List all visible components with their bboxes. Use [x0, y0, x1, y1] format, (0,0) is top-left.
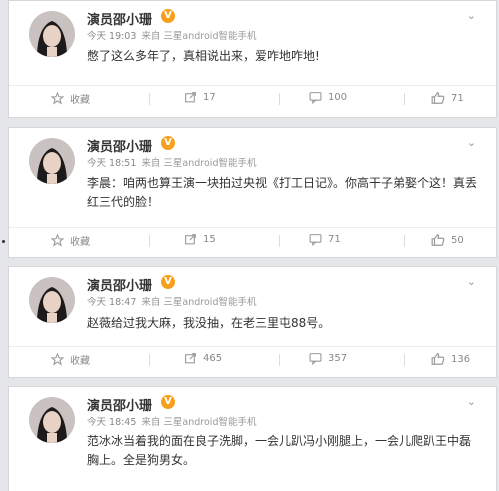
post-actions: 收藏 17 100 71	[9, 85, 496, 112]
divider	[404, 93, 405, 105]
forward-count: 465	[203, 353, 223, 364]
post-meta: 今天 18:45 来自 三星android智能手机	[87, 414, 256, 428]
avatar[interactable]	[29, 138, 75, 184]
verified-v-icon: V	[161, 136, 175, 150]
forward-icon	[185, 234, 196, 245]
user-name[interactable]: 演员邵小珊	[87, 275, 152, 294]
comment-button[interactable]: 100	[309, 91, 347, 104]
like-count: 71	[451, 92, 464, 104]
post-actions: 收藏 15 71 50	[9, 227, 496, 254]
via-label: 来自	[141, 297, 161, 308]
comment-button[interactable]: 357	[309, 352, 347, 365]
stray-dot	[2, 240, 5, 243]
device-label[interactable]: 三星android智能手机	[163, 297, 256, 308]
post-actions: 收藏 465 357 136	[9, 346, 496, 373]
collect-label: 收藏	[70, 237, 90, 248]
device-label[interactable]: 三星android智能手机	[163, 417, 256, 428]
device-label[interactable]: 三星android智能手机	[163, 31, 256, 42]
chevron-down-icon[interactable]: ⌄	[467, 275, 476, 288]
weibo-post-card: 演员邵小珊 V ⌄ 今天 19:03 来自 三星android智能手机 憋了这么多年…	[8, 0, 497, 118]
post-time[interactable]: 今天 18:47	[87, 297, 136, 308]
like-button[interactable]: 50	[431, 233, 464, 247]
divider	[279, 354, 280, 366]
via-label: 来自	[141, 158, 161, 169]
forward-button[interactable]: 465	[184, 352, 222, 365]
forward-icon	[185, 92, 196, 103]
weibo-post-card: 演员邵小珊 V ⌄ 今天 18:45 来自 三星android智能手机 范冰冰当着我…	[8, 386, 497, 491]
comment-button[interactable]: 71	[309, 233, 341, 246]
weibo-post-card: 演员邵小珊 V ⌄ 今天 18:51 来自 三星android智能手机 李晨：咱两也…	[8, 127, 497, 258]
avatar[interactable]	[29, 277, 75, 323]
thumbs-up-icon	[431, 353, 445, 365]
like-button[interactable]: 136	[431, 352, 470, 366]
avatar[interactable]	[29, 11, 75, 57]
divider	[404, 235, 405, 247]
divider	[149, 93, 150, 105]
collect-button[interactable]: 收藏	[51, 233, 90, 248]
divider	[404, 354, 405, 366]
comment-count: 71	[328, 234, 341, 245]
collect-button[interactable]: 收藏	[51, 352, 90, 367]
like-count: 136	[451, 353, 471, 365]
thumbs-up-icon	[431, 234, 445, 246]
verified-v-icon: V	[161, 9, 175, 23]
forward-count: 17	[203, 92, 216, 103]
comment-icon	[309, 353, 322, 365]
star-icon	[51, 92, 64, 105]
thumbs-up-icon	[431, 92, 445, 104]
forward-icon	[185, 353, 196, 364]
forward-button[interactable]: 15	[184, 233, 216, 246]
star-icon	[51, 353, 64, 366]
weibo-post-card: 演员邵小珊 V ⌄ 今天 18:47 来自 三星android智能手机 赵薇给过我大…	[8, 266, 497, 378]
post-time[interactable]: 今天 19:03	[87, 31, 136, 42]
user-name[interactable]: 演员邵小珊	[87, 9, 152, 28]
collect-button[interactable]: 收藏	[51, 91, 90, 106]
collect-label: 收藏	[70, 95, 90, 106]
user-name[interactable]: 演员邵小珊	[87, 395, 152, 414]
avatar[interactable]	[29, 397, 75, 443]
comment-icon	[309, 92, 322, 104]
verified-v-icon: V	[161, 395, 175, 409]
verified-v-icon: V	[161, 275, 175, 289]
chevron-down-icon[interactable]: ⌄	[467, 136, 476, 149]
post-time[interactable]: 今天 18:45	[87, 417, 136, 428]
divider	[149, 235, 150, 247]
post-meta: 今天 19:03 来自 三星android智能手机	[87, 28, 256, 42]
divider	[279, 93, 280, 105]
like-count: 50	[451, 234, 464, 246]
like-button[interactable]: 71	[431, 91, 464, 105]
user-name[interactable]: 演员邵小珊	[87, 136, 152, 155]
divider	[149, 354, 150, 366]
divider	[279, 235, 280, 247]
comment-count: 357	[328, 353, 348, 364]
via-label: 来自	[141, 31, 161, 42]
collect-label: 收藏	[70, 356, 90, 367]
forward-count: 15	[203, 234, 216, 245]
post-text: 李晨：咱两也算王演一块拍过央视《打工日记》。你高干子弟娶个这！真丢红三代的脸！	[87, 176, 478, 209]
post-time[interactable]: 今天 18:51	[87, 158, 136, 169]
comment-icon	[309, 234, 322, 246]
post-meta: 今天 18:51 来自 三星android智能手机	[87, 155, 256, 169]
via-label: 来自	[141, 417, 161, 428]
comment-count: 100	[328, 92, 348, 103]
chevron-down-icon[interactable]: ⌄	[467, 9, 476, 22]
chevron-down-icon[interactable]: ⌄	[467, 395, 476, 408]
post-meta: 今天 18:47 来自 三星android智能手机	[87, 294, 256, 308]
post-text: 赵薇给过我大麻，我没抽，在老三里屯88号。	[87, 316, 331, 330]
star-icon	[51, 234, 64, 247]
forward-button[interactable]: 17	[184, 91, 216, 104]
post-text: 憋了这么多年了，真相说出来，爱咋地咋地!	[87, 49, 320, 63]
post-text: 范冰冰当着我的面在良子洗脚，一会儿趴冯小刚腿上，一会儿爬趴王中磊胸上。全是狗男女…	[87, 434, 472, 467]
device-label[interactable]: 三星android智能手机	[163, 158, 256, 169]
